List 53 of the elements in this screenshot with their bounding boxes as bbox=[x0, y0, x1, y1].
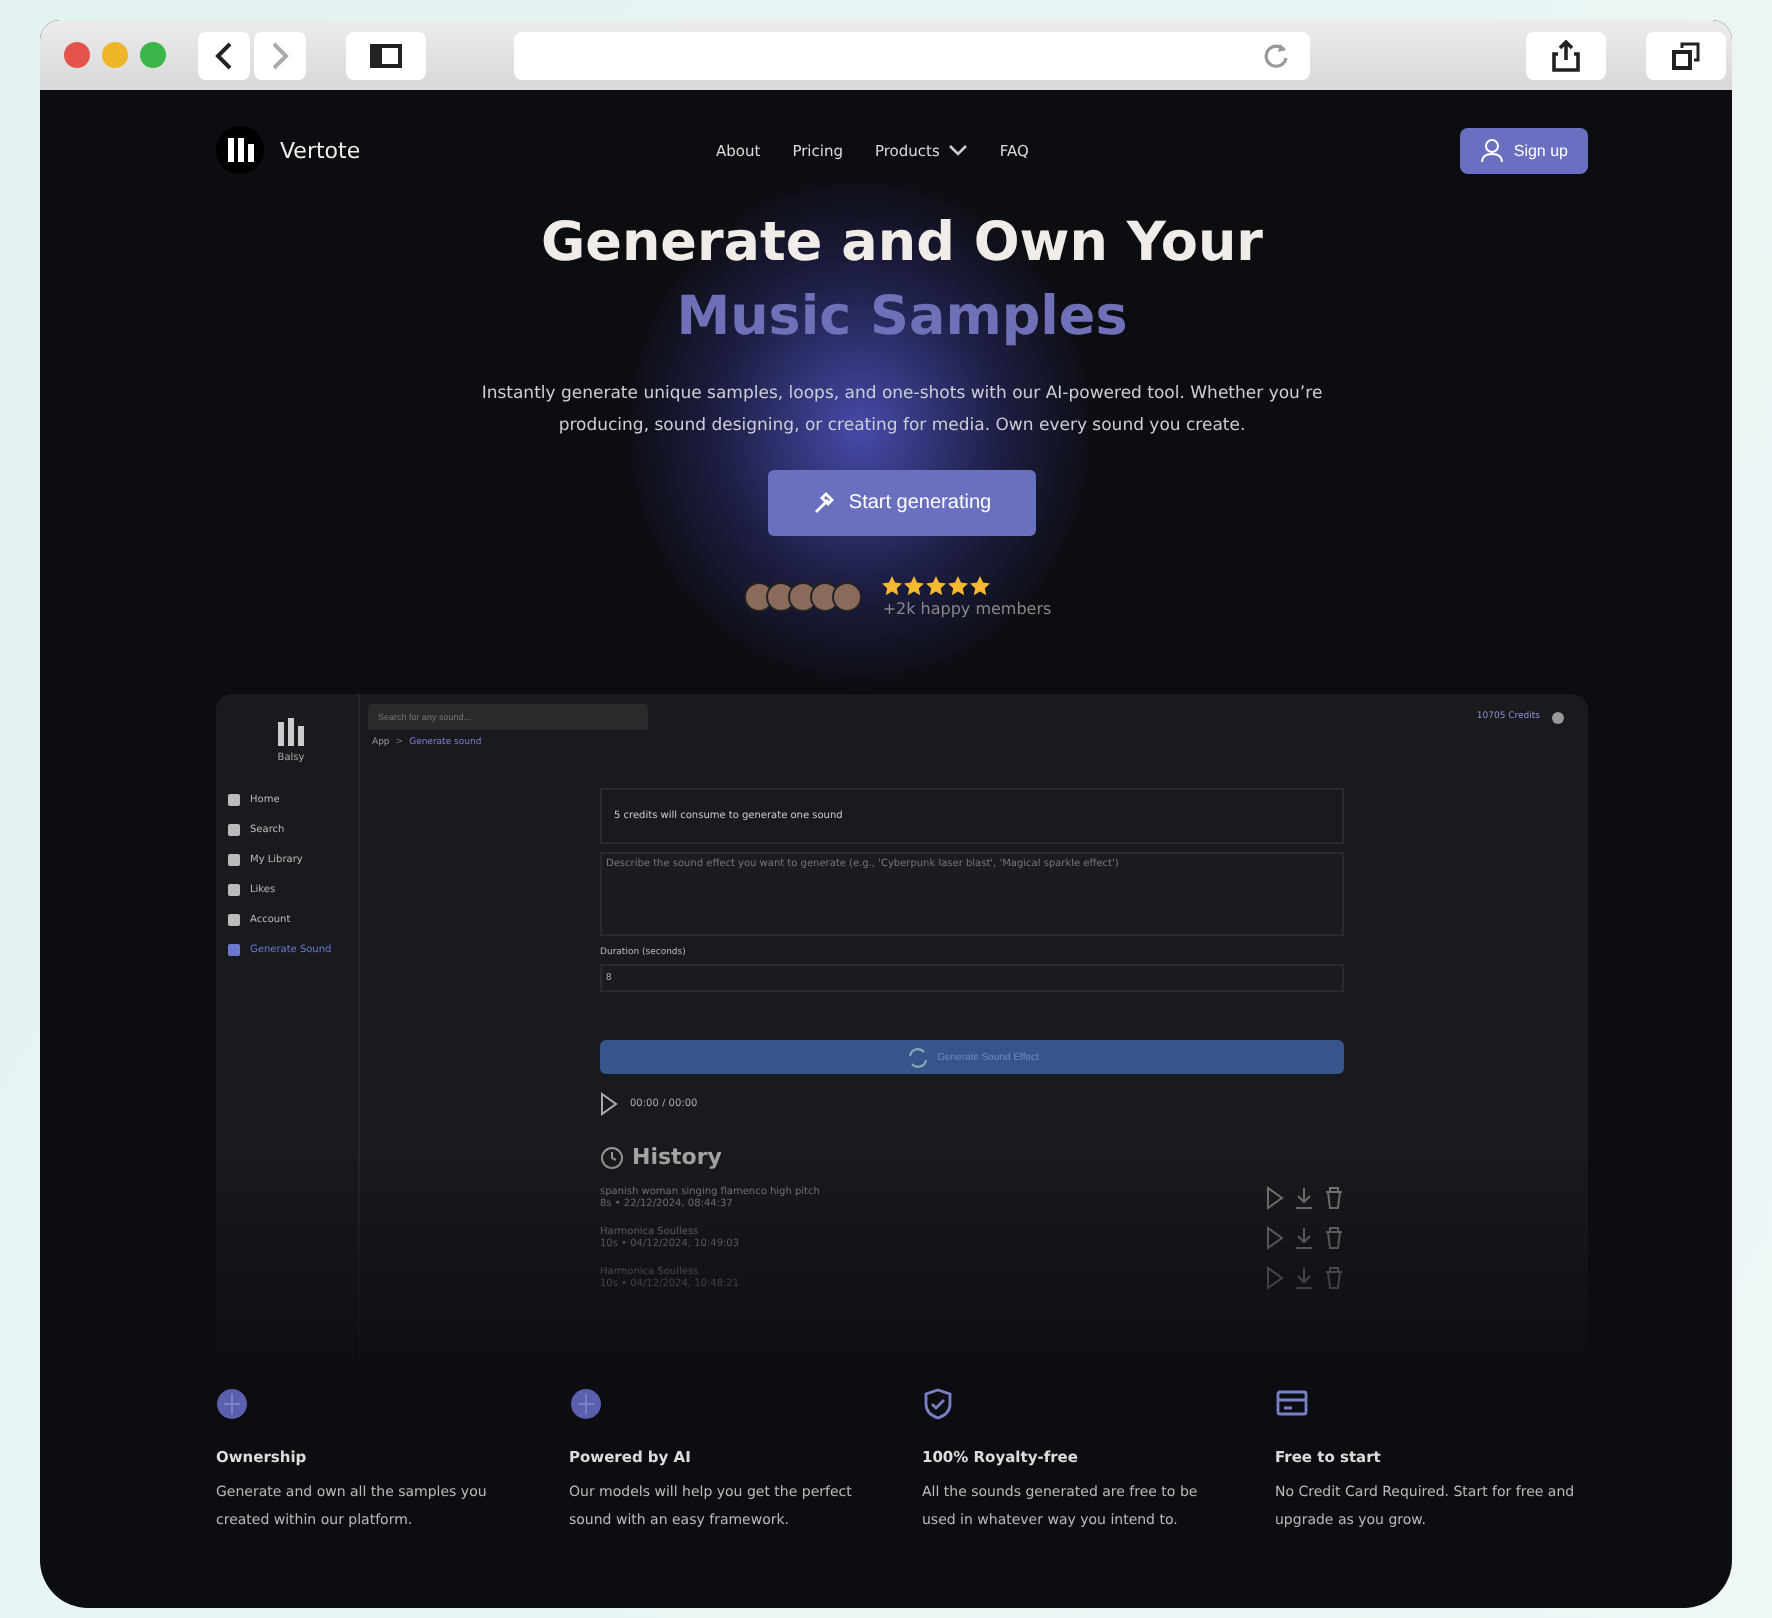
menu-item-icon bbox=[228, 914, 240, 926]
bars-icon bbox=[223, 134, 257, 166]
shield-check-icon bbox=[922, 1388, 954, 1420]
clock-icon bbox=[600, 1145, 624, 1169]
menu-item-icon bbox=[228, 794, 240, 806]
sidebar-icon bbox=[370, 43, 402, 67]
hero-title-accent: Music Samples bbox=[676, 284, 1128, 352]
star-icon bbox=[970, 576, 991, 596]
history-title: History bbox=[632, 1144, 722, 1170]
download-icon bbox=[1294, 1266, 1314, 1290]
start-generating-button[interactable]: Start generating bbox=[768, 470, 1036, 536]
star-icon bbox=[904, 576, 925, 596]
sidebar-button[interactable] bbox=[346, 31, 426, 79]
brand-name: Vertote bbox=[280, 137, 361, 163]
play-icon bbox=[600, 1092, 618, 1116]
menu-item-icon bbox=[228, 884, 240, 896]
play-icon bbox=[1266, 1226, 1284, 1250]
user-icon bbox=[1479, 137, 1504, 163]
globe-icon bbox=[216, 1388, 248, 1420]
menu-item-icon bbox=[228, 824, 240, 836]
tabs-button[interactable] bbox=[1646, 31, 1726, 79]
download-icon bbox=[1294, 1186, 1314, 1210]
play-icon bbox=[1266, 1186, 1284, 1210]
download-icon bbox=[1294, 1226, 1314, 1250]
menu-item-icon bbox=[228, 854, 240, 866]
avatar bbox=[832, 582, 863, 612]
hero-title: Generate and Own Your bbox=[540, 210, 1263, 278]
wand-icon bbox=[812, 490, 837, 516]
members-count: +2k happy members bbox=[882, 600, 1052, 618]
star-icon bbox=[882, 576, 903, 596]
globe-icon bbox=[569, 1388, 601, 1420]
close-button[interactable] bbox=[64, 42, 90, 68]
menu-item-icon bbox=[228, 944, 240, 956]
zoom-button[interactable] bbox=[140, 42, 166, 68]
credit-card-icon bbox=[1275, 1388, 1307, 1420]
settings-icon bbox=[1552, 711, 1564, 723]
refresh-icon bbox=[905, 1045, 930, 1069]
trash-icon bbox=[1324, 1266, 1344, 1290]
trash-icon bbox=[1324, 1186, 1344, 1210]
star-icon bbox=[948, 576, 969, 596]
avatar bbox=[744, 582, 775, 612]
hero-subtitle: Instantly generate unique samples, loops, and one-shots with our AI-powered tool. Whether you’re producing, sound designing, or creating for media. Own every sound you create. bbox=[479, 382, 1325, 440]
reload-icon bbox=[1262, 41, 1290, 69]
share-button[interactable] bbox=[1526, 31, 1606, 79]
star-icon bbox=[926, 576, 947, 596]
bars-icon bbox=[276, 718, 306, 746]
chevron-down-icon bbox=[947, 142, 968, 158]
back-button[interactable] bbox=[198, 31, 250, 79]
tabs-icon bbox=[1672, 41, 1700, 69]
share-icon bbox=[1552, 39, 1580, 71]
trash-icon bbox=[1324, 1226, 1344, 1250]
sign-up-button[interactable]: Sign up bbox=[1459, 127, 1588, 173]
play-icon bbox=[1266, 1266, 1284, 1290]
